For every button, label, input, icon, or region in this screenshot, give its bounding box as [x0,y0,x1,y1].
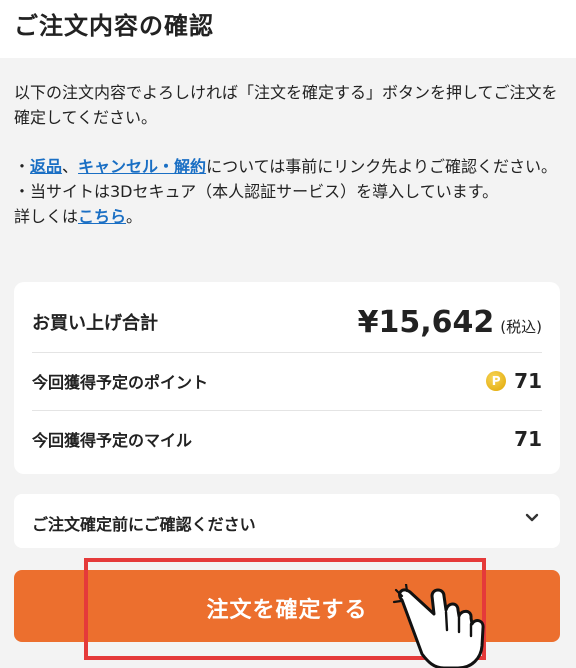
points-value: 71 [514,369,542,393]
miles-label: 今回獲得予定のマイル [32,431,193,450]
points-value-wrap: P 71 [486,369,542,393]
returns-link[interactable]: 返品 [30,157,62,176]
confirm-order-button[interactable]: 注文を確定する [14,570,560,642]
total-amount: ¥15,642 [357,304,495,340]
notice-instruction: 以下の注文内容でよろしければ「注文を確定する」ボタンを押してご注文を確定してくだ… [14,83,558,127]
order-notice: 以下の注文内容でよろしければ「注文を確定する」ボタンを押してご注文を確定してくだ… [14,80,562,229]
total-row: お買い上げ合計 ¥15,642 (税込) [32,294,542,350]
accordion-label: ご注文確定前にご確認ください [32,515,256,534]
point-coin-icon: P [486,371,507,391]
notice-3d-secure: ・当サイトは3Dセキュア（本人認証サービス）を導入しています。 [14,182,499,201]
notice-details-line: 詳しくはこちら。 [14,207,143,226]
total-label: お買い上げ合計 [32,313,158,334]
miles-value: 71 [514,427,542,451]
points-row: 今回獲得予定のポイント P 71 [32,352,542,409]
chevron-down-icon [525,513,539,522]
points-label: 今回獲得予定のポイント [32,373,209,392]
page-header: ご注文内容の確認 [0,0,576,58]
cancel-link[interactable]: キャンセル・解約 [78,157,206,176]
total-amount-wrap: ¥15,642 (税込) [358,305,542,340]
details-link[interactable]: こちら [78,207,126,226]
order-summary-card: お買い上げ合計 ¥15,642 (税込) 今回獲得予定のポイント P 71 今回… [14,282,560,474]
tax-note: (税込) [500,317,542,336]
confirm-notes-accordion[interactable]: ご注文確定前にご確認ください [14,494,560,548]
notice-policy-line: ・返品、キャンセル・解約については事前にリンク先よりご確認ください。 [14,157,557,176]
miles-row: 今回獲得予定のマイル 71 [32,410,542,467]
main-content: 以下の注文内容でよろしければ「注文を確定する」ボタンを押してご注文を確定してくだ… [0,58,576,668]
page-title: ご注文内容の確認 [14,12,214,40]
confirm-order-label: 注文を確定する [206,597,368,622]
